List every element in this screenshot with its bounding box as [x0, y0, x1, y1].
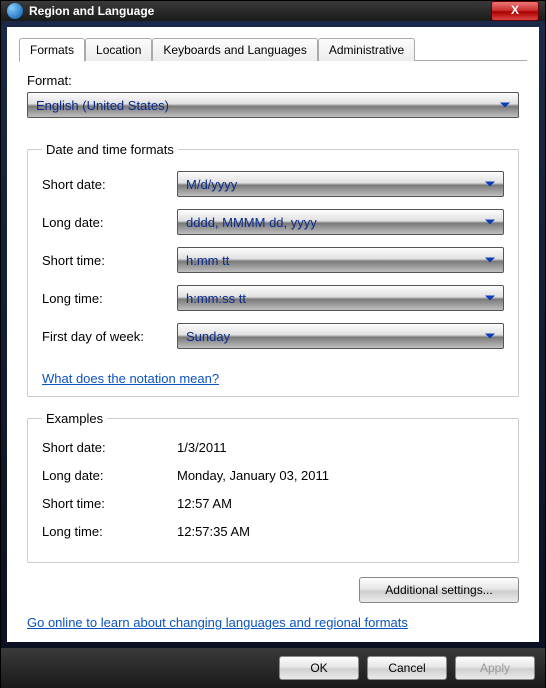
close-button[interactable]: X [491, 1, 539, 21]
window-title: Region and Language [29, 4, 154, 18]
chevron-down-icon [485, 258, 495, 263]
examples-group: Examples Short date: 1/3/2011 Long date:… [27, 411, 519, 563]
tab-administrative[interactable]: Administrative [318, 38, 415, 61]
tabpage-formats: Format: English (United States) Date and… [19, 61, 527, 634]
first-day-value: Sunday [186, 329, 230, 344]
long-time-dropdown[interactable]: h:mm:ss tt [177, 285, 504, 311]
first-day-dropdown[interactable]: Sunday [177, 323, 504, 349]
titlebar: Region and Language X [1, 1, 545, 21]
ok-button[interactable]: OK [279, 656, 359, 680]
chevron-down-icon [500, 103, 510, 108]
date-time-formats-group: Date and time formats Short date: M/d/yy… [27, 142, 519, 397]
ex-long-time-value: 12:57:35 AM [177, 524, 250, 539]
short-time-value: h:mm tt [186, 253, 229, 268]
additional-settings-button[interactable]: Additional settings... [359, 577, 519, 603]
short-time-label: Short time: [42, 253, 177, 268]
date-time-legend: Date and time formats [42, 142, 178, 157]
long-date-label: Long date: [42, 215, 177, 230]
region-language-window: Region and Language X Formats Location K… [0, 0, 546, 677]
ex-long-date-value: Monday, January 03, 2011 [177, 468, 329, 483]
short-time-dropdown[interactable]: h:mm tt [177, 247, 504, 273]
chevron-down-icon [485, 220, 495, 225]
notation-link[interactable]: What does the notation mean? [42, 371, 219, 386]
ex-short-date-value: 1/3/2011 [177, 440, 227, 455]
long-date-dropdown[interactable]: dddd, MMMM dd, yyyy [177, 209, 504, 235]
online-help-link[interactable]: Go online to learn about changing langua… [27, 615, 519, 630]
long-date-value: dddd, MMMM dd, yyyy [186, 215, 317, 230]
format-label: Format: [27, 73, 519, 88]
ex-short-time-value: 12:57 AM [177, 496, 232, 511]
client-area: Formats Location Keyboards and Languages… [7, 27, 539, 642]
tab-formats[interactable]: Formats [19, 38, 85, 62]
short-date-value: M/d/yyyy [186, 177, 237, 192]
chevron-down-icon [485, 182, 495, 187]
dialog-footer: OK Cancel Apply [1, 648, 545, 688]
chevron-down-icon [485, 296, 495, 301]
long-time-label: Long time: [42, 291, 177, 306]
examples-legend: Examples [42, 411, 107, 426]
first-day-label: First day of week: [42, 329, 177, 344]
ex-short-date-label: Short date: [42, 440, 177, 455]
tab-location[interactable]: Location [85, 38, 152, 61]
short-date-dropdown[interactable]: M/d/yyyy [177, 171, 504, 197]
close-icon: X [511, 3, 519, 17]
short-date-label: Short date: [42, 177, 177, 192]
ex-long-time-label: Long time: [42, 524, 177, 539]
tabstrip: Formats Location Keyboards and Languages… [19, 37, 527, 61]
ex-short-time-label: Short time: [42, 496, 177, 511]
long-time-value: h:mm:ss tt [186, 291, 246, 306]
format-value: English (United States) [36, 98, 169, 113]
chevron-down-icon [485, 334, 495, 339]
globe-icon [7, 3, 23, 19]
apply-button[interactable]: Apply [455, 656, 535, 680]
tab-keyboards-languages[interactable]: Keyboards and Languages [152, 38, 317, 61]
format-dropdown[interactable]: English (United States) [27, 92, 519, 118]
cancel-button[interactable]: Cancel [367, 656, 447, 680]
ex-long-date-label: Long date: [42, 468, 177, 483]
